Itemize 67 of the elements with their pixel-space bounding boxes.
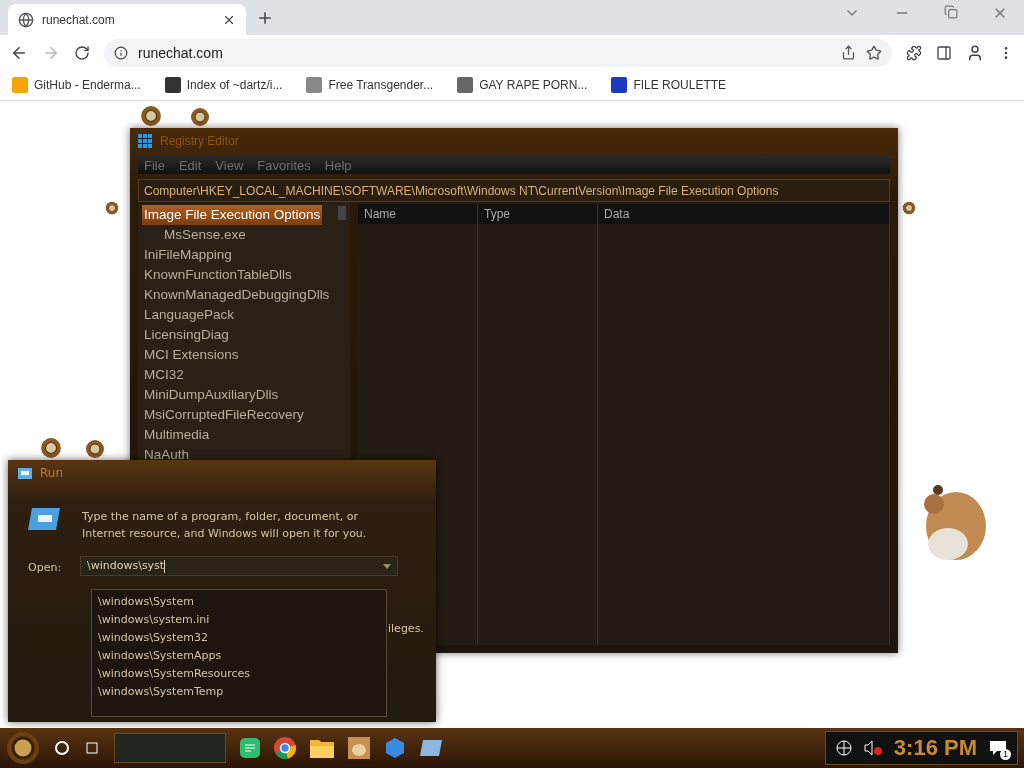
column-header[interactable]: Type <box>478 204 598 224</box>
tree-item[interactable]: MsiCorruptedFileRecovery <box>142 405 306 425</box>
gear-drawing <box>902 201 916 215</box>
circle-icon[interactable] <box>54 740 70 756</box>
tree-item[interactable]: KnownFunctionTableDlls <box>142 265 294 285</box>
chat-icon[interactable] <box>240 738 260 758</box>
bookmark-link[interactable]: Index of ~dartz/i... <box>164 77 283 93</box>
tree-item[interactable]: MCI32 <box>142 365 186 385</box>
scrollbar-thumb[interactable] <box>338 206 346 220</box>
task-view-icon[interactable] <box>84 740 100 756</box>
tree-item[interactable]: Multimedia <box>142 425 212 445</box>
run-icon <box>28 508 60 530</box>
sidebar-icon[interactable] <box>936 44 952 61</box>
grid-icon <box>138 134 152 148</box>
folder-icon[interactable] <box>310 738 334 758</box>
open-label: Open: <box>28 560 63 574</box>
gear-drawing <box>85 439 105 459</box>
restore-icon[interactable] <box>944 4 958 19</box>
star-icon[interactable] <box>866 44 882 61</box>
tree-item[interactable]: MCI Extensions <box>142 345 241 365</box>
bookmark-link[interactable]: FILE ROULETTE <box>611 77 727 93</box>
tree-item[interactable]: MiniDumpAuxiliaryDlls <box>142 385 281 405</box>
dialog-description: Type the name of a program, folder, document, or Internet resource, and Windows will open it for you. <box>82 509 368 542</box>
run-icon[interactable] <box>420 740 442 756</box>
suggestion-item[interactable]: \windows\System32 <box>98 629 208 647</box>
dialog-title: Run <box>40 466 63 480</box>
tree-item[interactable]: Image File Execution Options <box>142 205 323 225</box>
address-bar[interactable]: runechat.com <box>104 38 892 67</box>
bookmark-link[interactable]: Free Transgender... <box>306 77 434 93</box>
muted-speaker-icon[interactable] <box>863 740 882 756</box>
bookmark-link[interactable]: GitHub - Enderma... <box>12 77 141 93</box>
cube-icon[interactable] <box>384 737 406 759</box>
suggestion-item[interactable]: \windows\system.ini <box>98 611 210 629</box>
bookmark-link[interactable]: GAY RAPE PORN... <box>457 77 588 93</box>
column-header[interactable]: Data <box>598 204 890 224</box>
profile-icon[interactable] <box>966 43 984 62</box>
info-icon <box>114 45 128 60</box>
chrome-icon[interactable] <box>274 737 296 759</box>
suggestion-item[interactable]: \windows\SystemApps <box>98 647 222 665</box>
caret-icon[interactable] <box>383 563 391 569</box>
globe-icon <box>18 11 34 28</box>
gear-drawing <box>105 201 119 215</box>
globe-icon[interactable] <box>835 740 852 756</box>
share-icon[interactable] <box>841 45 856 60</box>
open-field[interactable]: \windows\syst <box>80 556 398 576</box>
suggestion-item[interactable]: \windows\System <box>98 593 194 611</box>
gear-drawing <box>40 437 62 459</box>
suggestion-item[interactable]: \windows\SystemResources <box>98 665 251 683</box>
suggestion-item[interactable]: \windows\SystemTemp <box>98 683 224 701</box>
column-header[interactable]: Name <box>358 204 478 224</box>
puzzle-icon[interactable] <box>906 44 922 61</box>
run-icon <box>18 467 32 479</box>
partial-text: ileges. <box>388 622 424 635</box>
clock[interactable]: 3:16 PM <box>893 735 977 761</box>
tree-item[interactable]: KnownManagedDebuggingDlls <box>142 285 332 305</box>
reload-icon[interactable] <box>74 44 90 61</box>
gear-drawing <box>190 107 210 127</box>
window-title: Registry Editor <box>160 134 239 148</box>
gear-icon[interactable] <box>6 731 40 765</box>
browser-tab[interactable]: runechat.com <box>8 4 246 35</box>
gear-drawing <box>140 105 162 127</box>
tree-item[interactable]: LanguagePack <box>142 305 237 325</box>
address-field[interactable]: Computer\HKEY_LOCAL_MACHINE\SOFTWARE\Microsoft\Windows NT\CurrentVersion\Image File Execution Options <box>138 179 890 202</box>
tree-item[interactable]: IniFileMapping <box>142 245 234 265</box>
tree-item[interactable]: LicensingDiag <box>142 325 231 345</box>
tree-item[interactable]: MsSense.exe <box>162 225 248 245</box>
search-field[interactable] <box>114 733 226 763</box>
